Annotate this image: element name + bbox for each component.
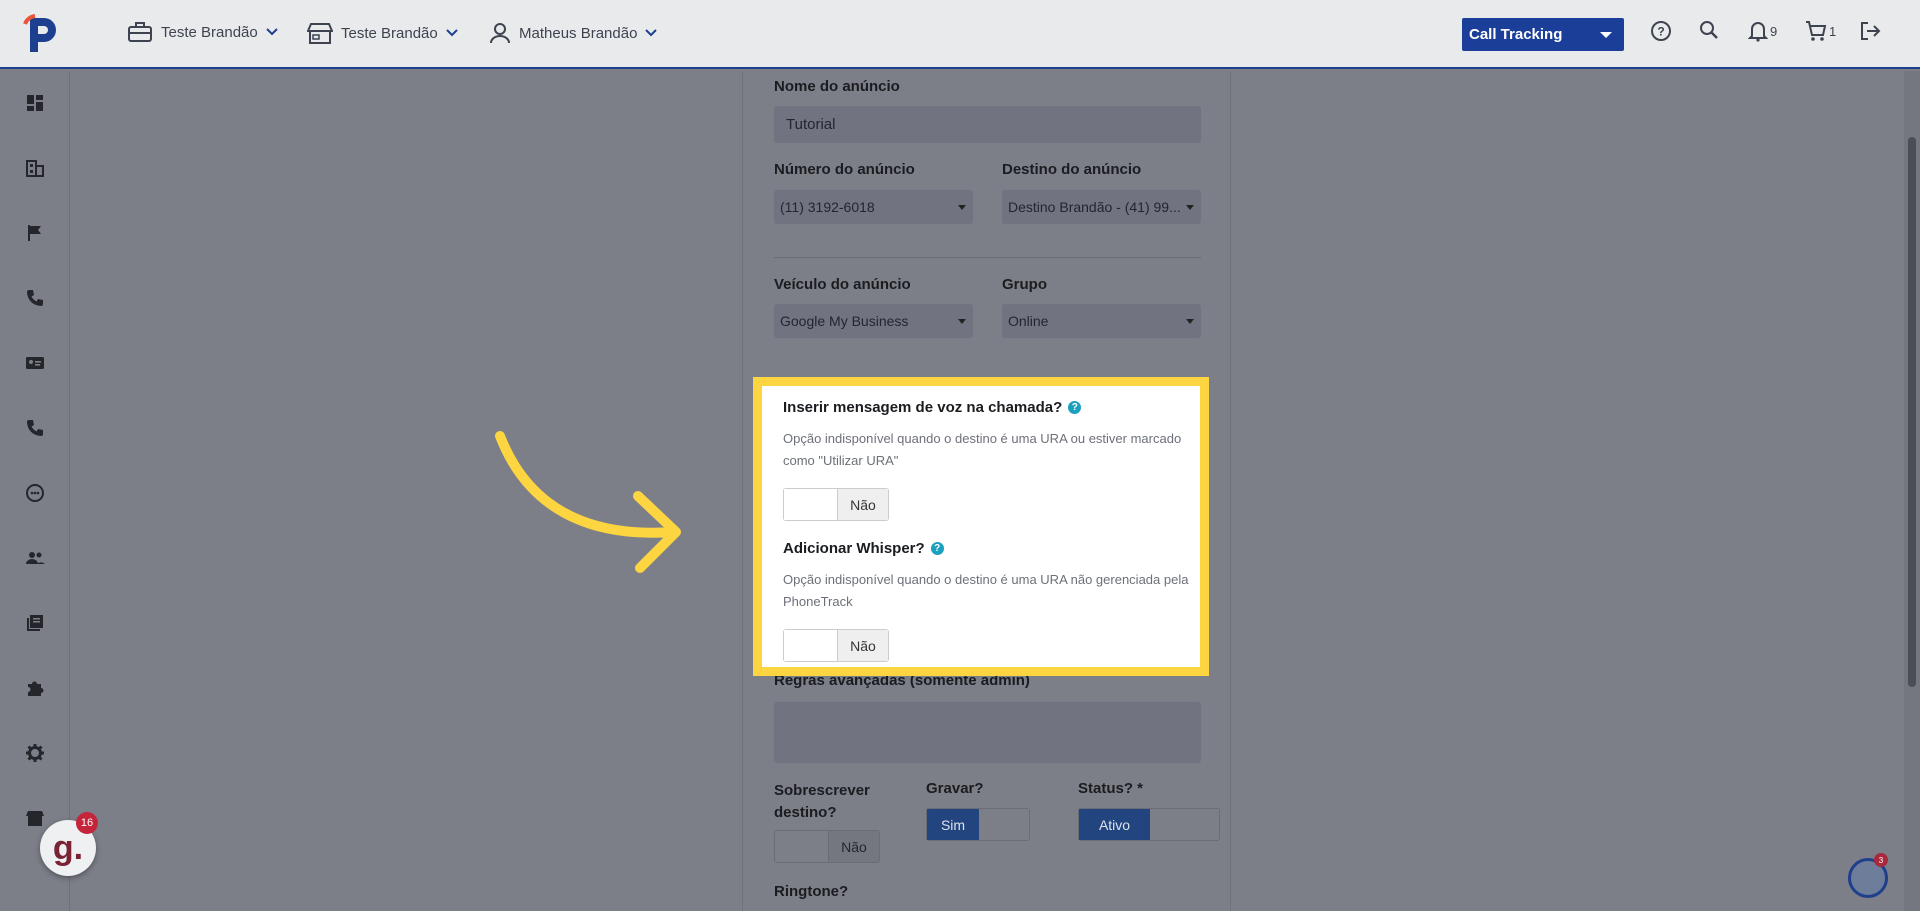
toggle-knob [1150, 809, 1219, 840]
phonetrack-logo[interactable] [22, 14, 58, 54]
group-select[interactable]: Online [1002, 304, 1201, 338]
voice-message-toggle[interactable]: Não [783, 488, 889, 521]
whisper-title: Adicionar Whisper? ? [783, 540, 944, 557]
search-icon [1700, 21, 1718, 39]
call-icon[interactable] [25, 418, 45, 438]
bell-icon [1748, 22, 1768, 42]
users-icon[interactable] [25, 548, 45, 568]
caret-down-icon [1186, 319, 1194, 324]
toggle-knob [979, 809, 1029, 840]
notifications-button[interactable]: 9 [1748, 20, 1777, 42]
caret-down-icon [1186, 205, 1194, 210]
help-circle-icon: ? [1651, 21, 1671, 41]
top-bar: Teste Brandão Teste Brandão Matheus Bran… [0, 0, 1920, 69]
voice-message-toggle-value: Não [838, 489, 888, 520]
destination-select-value: Destino Brandão - (41) 99... [1008, 199, 1181, 215]
product-select-label: Call Tracking [1469, 26, 1563, 43]
sidebar [0, 71, 70, 911]
user-icon [490, 23, 510, 44]
whisper-toggle[interactable]: Não [783, 629, 889, 662]
company-selector-1[interactable]: Teste Brandão [127, 22, 278, 42]
highlighted-voice-options: Inserir mensagem de voz na chamada? ? Op… [753, 377, 1209, 676]
group-select-value: Online [1008, 313, 1049, 329]
destination-label: Destino do anúncio [1002, 161, 1142, 178]
company-selector-1-label: Teste Brandão [161, 23, 258, 41]
caret-down-icon [958, 205, 966, 210]
flag-icon[interactable] [25, 223, 45, 243]
overwrite-label: Sobrescrever destino? [774, 782, 870, 821]
logout-button[interactable] [1859, 20, 1881, 42]
pointer-arrow [495, 431, 681, 573]
whisper-toggle-value: Não [838, 630, 888, 661]
building-icon[interactable] [25, 158, 45, 178]
vehicle-label: Veículo do anúncio [774, 276, 911, 293]
record-label: Gravar? [926, 780, 984, 797]
scrollbar-thumb[interactable] [1908, 137, 1916, 687]
help-icon[interactable]: ? [930, 542, 944, 555]
vehicle-select[interactable]: Google My Business [774, 304, 973, 338]
gear-icon[interactable] [25, 743, 45, 763]
toggle-knob [784, 630, 838, 661]
vehicle-select-value: Google My Business [780, 313, 909, 329]
number-select[interactable]: (11) 3192-6018 [774, 190, 973, 224]
g-widget-count: 16 [76, 812, 98, 834]
whisper-title-text: Adicionar Whisper? [783, 540, 925, 557]
number-label: Número do anúncio [774, 161, 915, 178]
storefront-icon[interactable] [25, 808, 45, 828]
g-widget-letter: g. [52, 828, 84, 867]
puzzle-icon[interactable] [25, 678, 45, 698]
status-label: Status? * [1078, 780, 1144, 797]
user-menu-label: Matheus Brandão [519, 24, 638, 42]
record-toggle-value: Sim [927, 809, 979, 840]
notifications-count: 9 [1770, 23, 1778, 39]
search-button[interactable] [1699, 20, 1719, 40]
chevron-down-icon [645, 29, 658, 37]
contact-card-icon[interactable] [25, 353, 45, 373]
user-menu[interactable]: Matheus Brandão [489, 22, 658, 44]
voice-message-title-text: Inserir mensagem de voz na chamada? [783, 399, 1063, 416]
caret-down-icon [1600, 32, 1612, 38]
briefcase-icon [128, 22, 152, 42]
cart-button[interactable]: 1 [1805, 20, 1836, 42]
name-input-value: Tutorial [786, 116, 836, 133]
page-scrollbar[interactable] [1904, 71, 1920, 911]
phone-icon[interactable] [25, 288, 45, 308]
group-label: Grupo [1002, 276, 1047, 293]
chevron-down-icon [266, 28, 278, 36]
svg-text:?: ? [1657, 25, 1664, 39]
overwrite-toggle[interactable]: Não [774, 830, 880, 863]
toggle-knob [775, 831, 829, 862]
destination-select[interactable]: Destino Brandão - (41) 99... [1002, 190, 1201, 224]
toggle-knob [784, 489, 838, 520]
voice-message-description: Opção indisponível quando o destino é um… [783, 431, 1182, 468]
name-input[interactable]: Tutorial [774, 106, 1201, 143]
company-selector-2-label: Teste Brandão [341, 24, 438, 42]
chat-widget-count: 3 [1874, 853, 1888, 867]
company-selector-2[interactable]: Teste Brandão [307, 22, 458, 44]
product-select[interactable]: Call Tracking [1462, 18, 1624, 51]
store-icon [307, 23, 333, 44]
number-select-value: (11) 3192-6018 [780, 199, 875, 215]
cart-count: 1 [1829, 23, 1837, 39]
dashboard-icon[interactable] [25, 93, 45, 113]
help-button[interactable]: ? [1650, 20, 1672, 42]
ringtone-label: Ringtone? [774, 883, 849, 900]
status-toggle[interactable]: Ativo [1078, 808, 1220, 841]
circle-dots-icon[interactable] [25, 483, 45, 503]
chevron-down-icon [446, 29, 458, 37]
status-toggle-value: Ativo [1079, 809, 1150, 840]
library-icon[interactable] [25, 613, 45, 633]
cart-icon [1806, 21, 1827, 41]
name-label: Nome do anúncio [774, 78, 900, 95]
voice-message-title: Inserir mensagem de voz na chamada? ? [783, 399, 1082, 416]
overwrite-toggle-value: Não [829, 831, 879, 862]
advanced-rules-textarea[interactable] [774, 702, 1201, 763]
help-icon[interactable]: ? [1068, 401, 1082, 414]
divider [774, 257, 1201, 258]
whisper-description: Opção indisponível quando o destino é um… [783, 572, 1189, 609]
logout-icon [1861, 22, 1881, 40]
record-toggle[interactable]: Sim [926, 808, 1030, 841]
caret-down-icon [958, 319, 966, 324]
